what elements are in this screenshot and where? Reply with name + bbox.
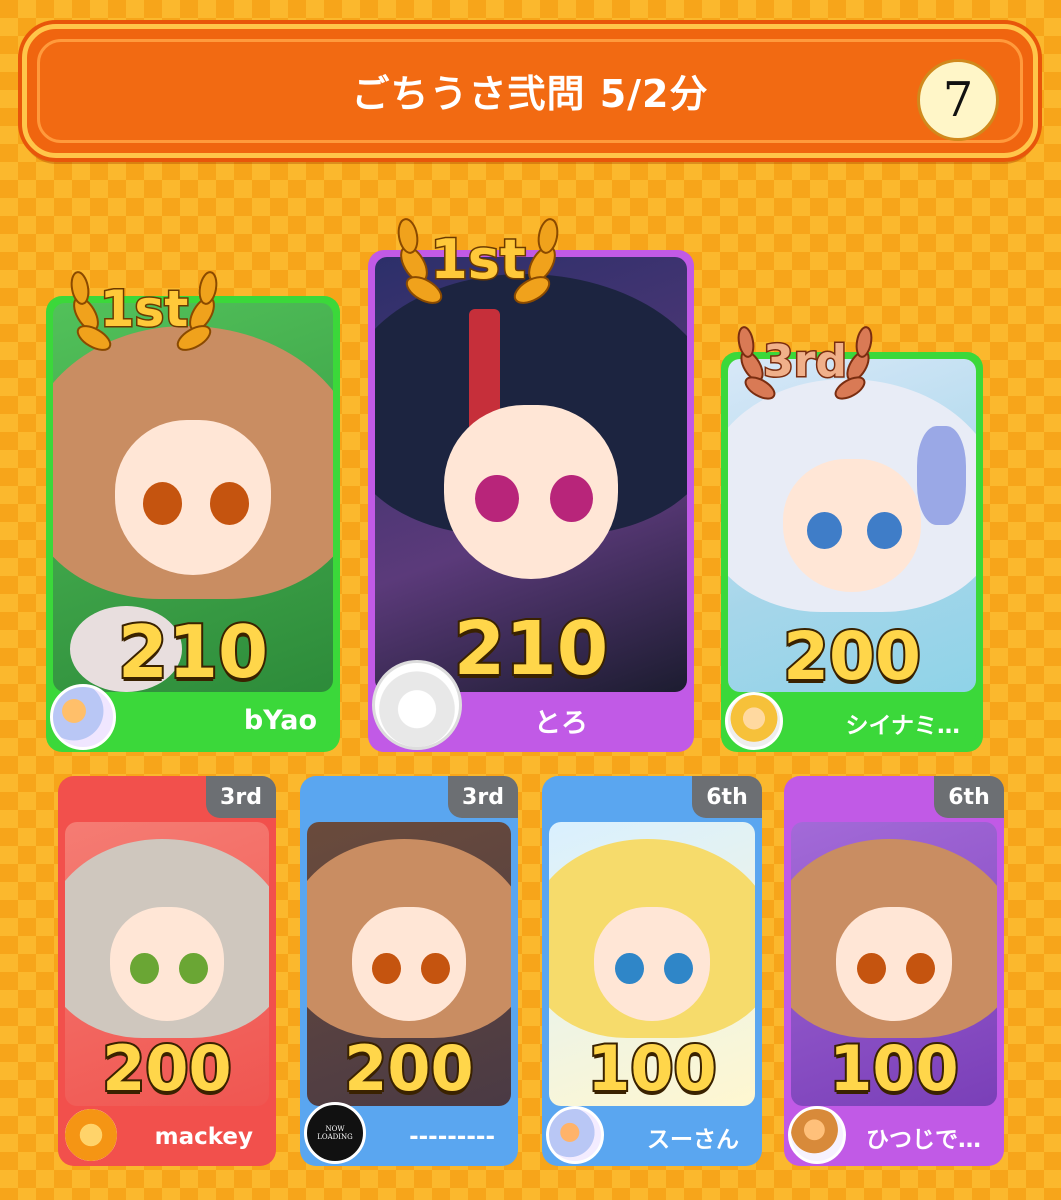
player-name: ひつじで…	[866, 1127, 981, 1153]
laurel-1st-icon: 1st	[64, 254, 224, 366]
ranking-card-2[interactable]: 210 とろ	[368, 250, 694, 752]
orange-avatar	[62, 1106, 120, 1164]
ranking-card-4[interactable]: 3rd 200 mackey	[58, 776, 276, 1166]
rank-label: 3rd	[762, 335, 849, 389]
page-title: ごちうさ弐問 5/2分	[351, 72, 709, 116]
player-avatar	[788, 1106, 846, 1164]
player-name: スーさん	[647, 1127, 739, 1153]
player-name: bYao	[243, 704, 317, 736]
ranking-card-6[interactable]: 6th 100 スーさん	[542, 776, 762, 1166]
score-value: 200	[100, 1030, 233, 1107]
player-avatar	[546, 1106, 604, 1164]
player-name: シイナミ…	[845, 713, 960, 739]
score-value: 100	[585, 1030, 718, 1107]
rank-tag: 3rd	[448, 776, 518, 818]
player-name: とろ	[534, 707, 588, 739]
ranking-card-7[interactable]: 6th 100 ひつじで…	[784, 776, 1004, 1166]
score-value: 100	[827, 1030, 960, 1107]
header-banner: ごちうさ弐問 5/2分 7	[22, 24, 1038, 158]
laurel-3rd-icon: 3rd	[732, 310, 878, 414]
player-avatar	[725, 692, 783, 750]
player-name: ---------	[409, 1124, 495, 1150]
score-value: 210	[116, 608, 270, 696]
player-avatar	[50, 684, 116, 750]
ranking-card-5[interactable]: 3rd 200 --------- NOW LOADING	[300, 776, 518, 1166]
laurel-1st-icon: 1st	[392, 200, 564, 320]
score-value: 200	[781, 616, 923, 697]
rank-tag: 6th	[692, 776, 762, 818]
player-name: mackey	[154, 1124, 253, 1150]
rank-label: 1st	[98, 279, 189, 340]
rank-tag: 6th	[934, 776, 1004, 818]
score-value: 200	[342, 1030, 475, 1107]
avatar-caption: NOW LOADING	[317, 1125, 353, 1141]
player-avatar	[372, 660, 462, 750]
round-badge: 7	[917, 59, 999, 141]
rank-tag: 3rd	[206, 776, 276, 818]
rank-label: 1st	[429, 227, 528, 293]
now-loading-avatar: NOW LOADING	[304, 1102, 366, 1164]
